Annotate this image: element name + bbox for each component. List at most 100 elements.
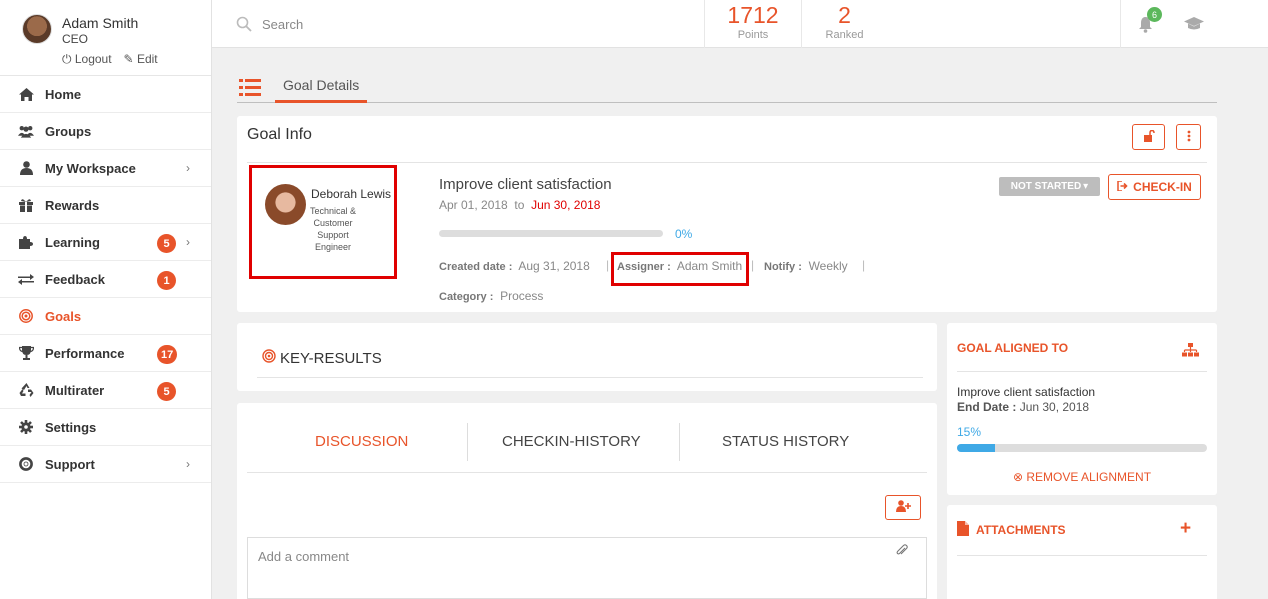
feedback-count-badge: 1	[157, 271, 176, 290]
gear-icon	[18, 419, 34, 435]
sidebar-item-groups[interactable]: Groups	[0, 113, 211, 150]
paperclip-icon[interactable]	[896, 544, 908, 560]
end-date-label: End Date :	[957, 400, 1017, 414]
list-icon[interactable]	[239, 79, 261, 99]
sidebar-item-label: Groups	[45, 123, 92, 139]
power-icon: ⏻	[62, 52, 72, 66]
aligned-goal-name[interactable]: Improve client satisfaction	[957, 385, 1095, 399]
lifebuoy-icon	[18, 456, 34, 472]
sidebar-item-multirater[interactable]: Multirater 5	[0, 372, 211, 409]
ranked-label: Ranked	[825, 29, 864, 41]
sidebar-item-label: Learning	[45, 234, 100, 250]
points-stat: 1712 Points	[704, 0, 801, 48]
divider	[957, 371, 1207, 372]
add-participant-button[interactable]	[885, 495, 921, 520]
divider	[257, 377, 923, 378]
pipe-divider: |	[606, 258, 610, 272]
goal-progress-bar	[439, 230, 663, 237]
tab-discussion[interactable]: DISCUSSION	[315, 433, 408, 450]
remove-alignment-button[interactable]: ⊗ REMOVE ALIGNMENT	[947, 470, 1217, 484]
pipe-divider: |	[862, 258, 866, 272]
sidebar-item-label: Home	[45, 86, 82, 102]
remove-alignment-label: REMOVE ALIGNMENT	[1026, 470, 1152, 484]
category: Category : Process	[439, 289, 543, 303]
ranked-stat: 2 Ranked	[801, 0, 887, 48]
sidebar-item-home[interactable]: Home	[0, 76, 211, 113]
sidebar-item-goals[interactable]: Goals	[0, 298, 211, 335]
sidebar-item-performance[interactable]: Performance 17	[0, 335, 211, 372]
status-dropdown[interactable]: NOT STARTED ▾	[999, 177, 1100, 196]
chevron-right-icon: ›	[186, 161, 190, 175]
divider	[247, 162, 1207, 163]
close-circle-icon: ⊗	[1012, 470, 1024, 484]
chevron-right-icon: ›	[186, 457, 190, 471]
logout-link[interactable]: ⏻ Logout	[62, 52, 112, 67]
owner-name: Deborah Lewis	[311, 187, 392, 201]
sidebar-item-my-workspace[interactable]: My Workspace ›	[0, 150, 211, 187]
aligned-title: GOAL ALIGNED TO	[957, 341, 1069, 355]
assigner-label: Assigner :	[617, 261, 671, 273]
sidebar-item-label: Performance	[45, 345, 125, 361]
tab-goal-details[interactable]: Goal Details	[275, 72, 368, 103]
start-date: Apr 01, 2018	[439, 198, 508, 212]
sidebar-item-feedback[interactable]: Feedback 1	[0, 261, 211, 298]
add-user-icon	[895, 500, 911, 515]
unlock-button[interactable]	[1132, 124, 1165, 150]
pipe-divider: |	[751, 258, 755, 272]
check-in-button[interactable]: CHECK-IN	[1108, 174, 1201, 200]
logout-label: Logout	[74, 52, 112, 66]
sidebar-item-label: Feedback	[45, 271, 105, 287]
puzzle-icon	[18, 234, 34, 250]
category-value: Process	[500, 289, 544, 303]
sidebar-item-rewards[interactable]: Rewards	[0, 187, 211, 224]
top-bar: 1712 Points 2 Ranked 6	[212, 0, 1268, 48]
user-profile: Adam Smith CEO ⏻ Logout ✎ Edit	[0, 0, 211, 76]
sidebar-item-label: Settings	[45, 419, 97, 435]
search-input[interactable]	[262, 10, 562, 38]
user-name: Adam Smith	[62, 15, 139, 31]
notify-value: Weekly	[808, 259, 848, 273]
points-value: 1712	[727, 2, 779, 28]
learning-count-badge: 5	[157, 234, 176, 253]
date-separator: to	[514, 198, 525, 212]
sidebar-item-settings[interactable]: Settings	[0, 409, 211, 446]
attachments-title: ATTACHMENTS	[976, 523, 1066, 537]
add-attachment-button[interactable]: +	[1180, 518, 1191, 540]
edit-label: Edit	[136, 52, 158, 66]
notify-label: Notify :	[764, 261, 802, 273]
sidebar: Adam Smith CEO ⏻ Logout ✎ Edit Home Grou…	[0, 0, 212, 599]
discussion-card: DISCUSSION CHECKIN-HISTORY STATUS HISTOR…	[237, 403, 937, 599]
goal-aligned-card: GOAL ALIGNED TO Improve client satisfact…	[947, 323, 1217, 495]
tab-divider	[679, 423, 680, 461]
sidebar-item-support[interactable]: Support ›	[0, 446, 211, 483]
more-options-button[interactable]	[1176, 124, 1201, 150]
tab-status-history[interactable]: STATUS HISTORY	[722, 433, 849, 450]
sidebar-item-label: Rewards	[45, 197, 100, 213]
end-date: Jun 30, 2018	[531, 198, 601, 212]
aligned-progress-fill	[957, 444, 995, 452]
vertical-dots-icon	[1187, 130, 1191, 145]
home-icon	[18, 86, 34, 102]
goal-owner-card[interactable]: Deborah Lewis Technical & Customer Suppo…	[249, 165, 397, 279]
users-icon	[18, 123, 34, 139]
hierarchy-icon[interactable]	[1182, 343, 1199, 360]
notifications-button[interactable]: 6	[1120, 0, 1176, 48]
gift-icon	[18, 197, 34, 213]
comment-input[interactable]	[258, 546, 858, 566]
trophy-icon	[18, 345, 34, 361]
learning-button[interactable]	[1176, 0, 1232, 48]
notify: Notify : Weekly	[764, 259, 848, 273]
pencil-icon: ✎	[123, 52, 134, 66]
edit-link[interactable]: ✎ Edit	[124, 52, 158, 67]
page-tabs: Goal Details	[237, 72, 1217, 103]
target-icon	[18, 308, 34, 324]
sidebar-item-learning[interactable]: Learning 5 ›	[0, 224, 211, 261]
exchange-icon	[18, 271, 34, 287]
avatar[interactable]	[22, 14, 52, 44]
owner-avatar	[265, 184, 306, 225]
chevron-right-icon: ›	[186, 235, 190, 249]
tab-checkin-history[interactable]: CHECKIN-HISTORY	[502, 433, 641, 450]
key-results-card: KEY-RESULTS	[237, 323, 937, 391]
status-label: NOT STARTED	[1010, 181, 1082, 192]
sidebar-item-label: Support	[45, 456, 95, 472]
